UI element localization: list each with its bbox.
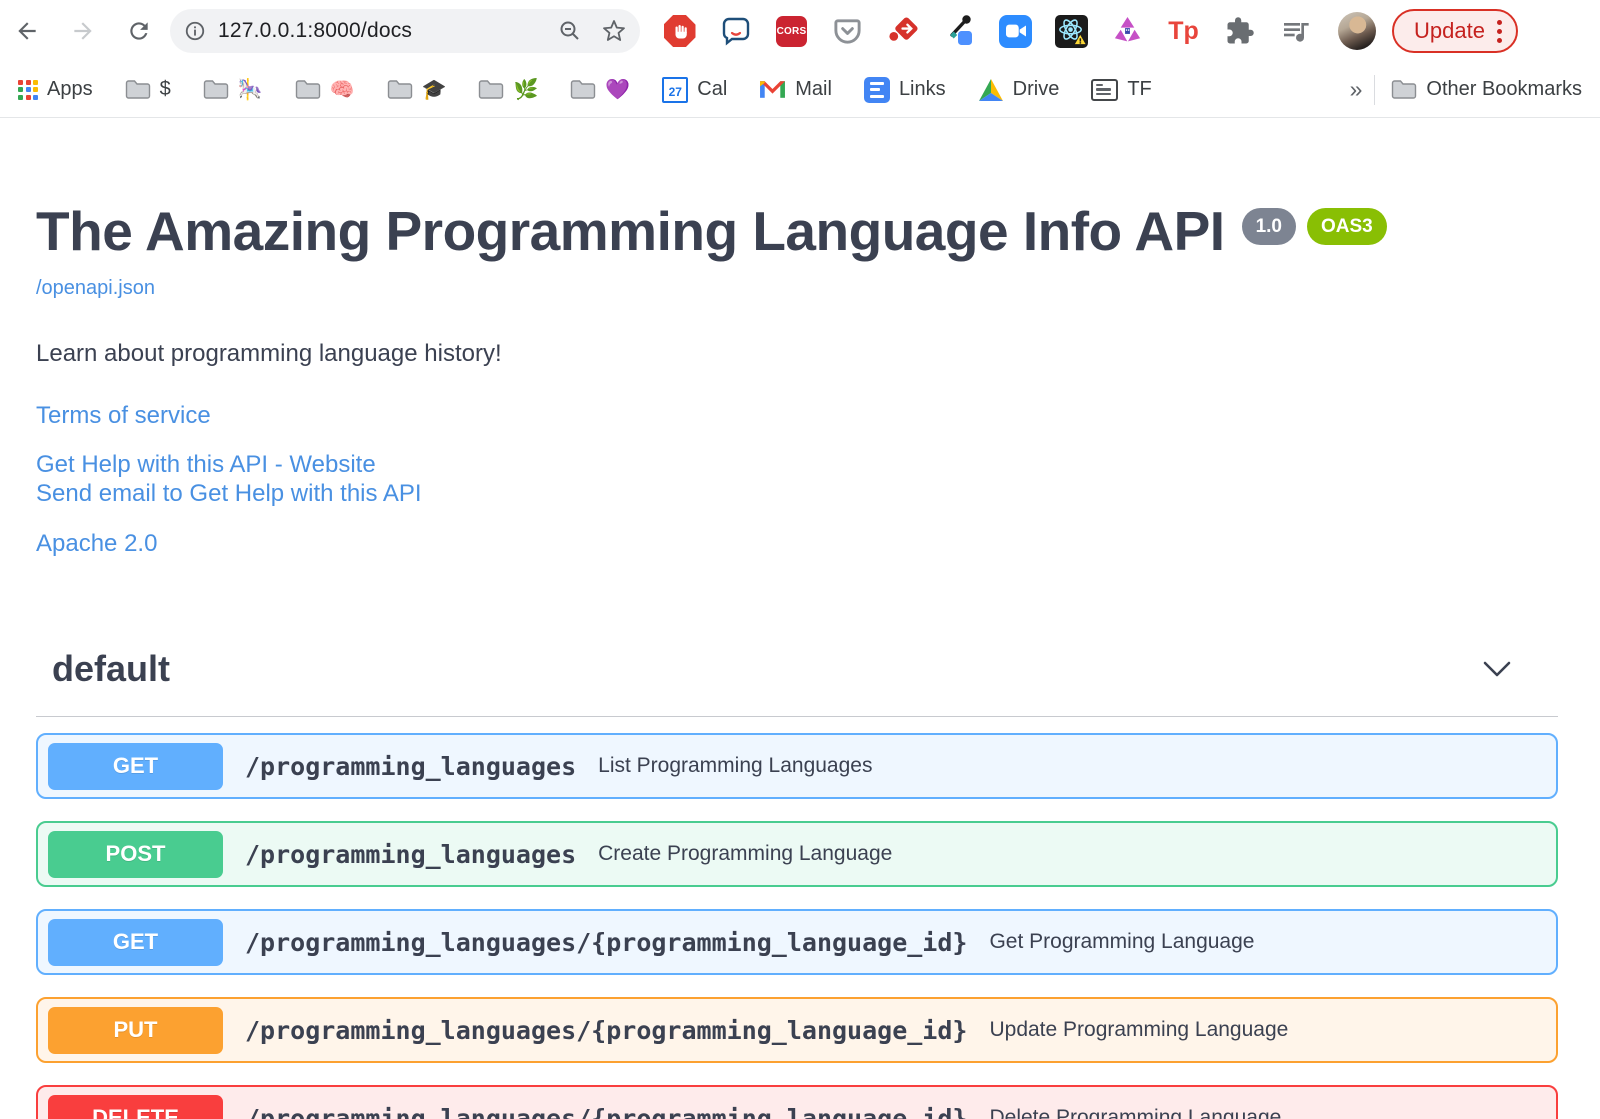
folder-icon [203,80,228,99]
adblock-icon[interactable] [662,14,697,49]
zoom-out-icon[interactable] [558,19,582,43]
method-badge[interactable]: DELETE [48,1094,223,1119]
folder-icon [479,80,504,99]
endpoint-summary: Create Programming Language [598,842,893,866]
method-badge[interactable]: GET [48,742,223,790]
bookmark-folder-dollar[interactable]: $ [125,78,171,101]
method-badge[interactable]: GET [48,918,223,966]
version-badge: 1.0 [1241,208,1296,245]
bookmark-star-icon[interactable] [602,19,626,43]
purple-recycle-icon[interactable] [1110,14,1145,49]
endpoint-path: /programming_languages/{programming_lang… [245,1015,968,1045]
bookmarks-overflow-chevron[interactable]: » [1350,76,1363,103]
chevron-down-icon[interactable] [1482,660,1512,678]
tag-section-header[interactable]: default [36,648,1558,718]
oas3-badge: OAS3 [1306,208,1387,245]
folder-icon [571,80,596,99]
divider [1374,74,1376,105]
bookmark-apps[interactable]: Apps [18,78,93,101]
cors-extension-icon[interactable]: CORS [774,14,809,49]
title-badges: 1.0 OAS3 [1241,208,1387,245]
address-bar[interactable]: 127.0.0.1:8000/docs [170,9,640,53]
openapi-json-link[interactable]: /openapi.json [36,277,155,300]
endpoint-path: /programming_languages/{programming_lang… [245,927,968,957]
reload-icon[interactable] [126,18,152,44]
folder-icon [387,80,412,99]
apps-grid-icon [18,79,38,100]
chrome-update-button[interactable]: Update [1392,9,1518,53]
menu-dots-icon[interactable] [1496,19,1502,43]
profile-avatar[interactable] [1338,12,1376,50]
tag-section-default: default GET /programming_languages List … [36,648,1558,1119]
help-website-link[interactable]: Get Help with this API - Website [36,450,376,479]
bookmark-gmail[interactable]: Mail [759,78,832,101]
folder-icon [125,80,150,99]
url-text[interactable]: 127.0.0.1:8000/docs [218,19,558,43]
color-picker-eyedropper-icon[interactable] [942,14,977,49]
extensions-area: CORS Tp [662,12,1376,50]
extensions-puzzle-icon[interactable] [1222,14,1257,49]
zoom-video-icon[interactable] [998,14,1033,49]
endpoint-row[interactable]: GET /programming_languages/{programming_… [36,909,1558,976]
react-devtools-icon[interactable] [1054,14,1089,49]
drive-icon [978,78,1003,101]
music-queue-icon[interactable] [1278,14,1313,49]
endpoint-row[interactable]: POST /programming_languages Create Progr… [36,821,1558,888]
chat-bubble-icon[interactable] [718,14,753,49]
bookmark-calendar[interactable]: 27 Cal [662,76,727,103]
bookmark-folder-herb[interactable]: 🌿 [478,77,538,102]
endpoint-summary: Update Programming Language [989,1018,1289,1042]
bookmark-folder-carousel[interactable]: 🎠 [203,77,263,102]
endpoint-path: /programming_languages/{programming_lang… [245,1103,968,1119]
back-icon[interactable] [14,18,40,44]
bookmarks-bar: Apps $ 🎠 🧠 🎓 🌿 💜 27 Cal Mail Links Drive… [0,62,1600,118]
endpoint-summary: Get Programming Language [989,930,1255,954]
folder-icon [295,80,320,99]
forward-icon[interactable] [70,18,96,44]
endpoint-path: /programming_languages [245,751,577,781]
pocket-icon[interactable] [830,14,865,49]
endpoint-row[interactable]: DELETE /programming_languages/{programmi… [36,1085,1558,1119]
tag-name: default [52,648,171,690]
license-link[interactable]: Apache 2.0 [36,530,157,558]
bookmark-drive[interactable]: Drive [978,78,1059,102]
endpoint-row[interactable]: PUT /programming_languages/{programming_… [36,997,1558,1064]
list-icon [863,76,890,103]
page-title: The Amazing Programming Language Info AP… [36,200,1225,262]
other-bookmarks[interactable]: Other Bookmarks [1391,78,1582,101]
api-description: Learn about programming language history… [36,340,502,368]
endpoint-summary: List Programming Languages [598,754,873,778]
bookmark-tf[interactable]: TF [1091,78,1152,101]
bookmark-folder-heart[interactable]: 💜 [570,77,630,102]
method-badge[interactable]: PUT [48,1006,223,1054]
bookmark-folder-brain[interactable]: 🧠 [295,77,355,102]
bookmark-links[interactable]: Links [863,76,946,103]
form-card-icon [1091,78,1119,101]
terms-of-service-link[interactable]: Terms of service [36,402,211,430]
folder-icon [1392,80,1417,99]
help-email-link[interactable]: Send email to Get Help with this API [36,479,422,508]
browser-toolbar: 127.0.0.1:8000/docs CORS Tp Update [0,0,1600,62]
endpoint-summary: Delete Programming Language [989,1106,1282,1119]
swagger-page: The Amazing Programming Language Info AP… [0,200,1600,1119]
gmail-icon [760,81,786,98]
endpoint-row[interactable]: GET /programming_languages List Programm… [36,733,1558,800]
calendar-icon: 27 [662,76,689,103]
operations-list: GET /programming_languages List Programm… [36,733,1558,1119]
red-diamond-dev-icon[interactable] [886,14,921,49]
endpoint-path: /programming_languages [245,839,577,869]
tp-extension-icon[interactable]: Tp [1166,14,1201,49]
bookmark-folder-grad[interactable]: 🎓 [387,77,446,102]
method-badge[interactable]: POST [48,830,223,878]
site-info-icon[interactable] [184,20,206,42]
